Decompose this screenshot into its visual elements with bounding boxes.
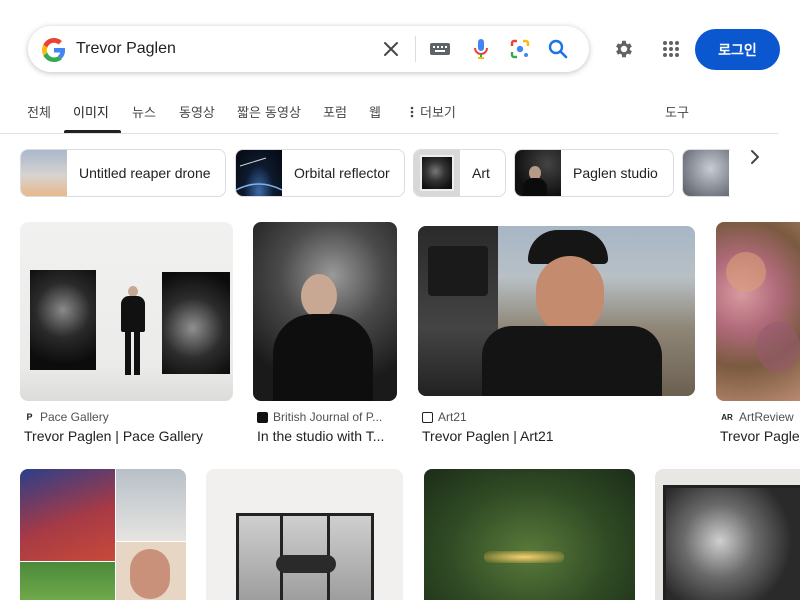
login-button[interactable]: 로그인 [695,29,780,70]
tab-web[interactable]: 웹 [369,102,381,121]
result-image-8[interactable] [655,469,800,600]
result-source-2[interactable]: British Journal of P... [257,410,382,424]
pace-gallery-favicon-icon: P [26,412,33,422]
chip-thumbnail [515,150,561,196]
result-title-3[interactable]: Trevor Paglen | Art21 [422,428,695,444]
result-source-1[interactable]: P Pace Gallery [24,410,109,424]
tabs-divider [0,133,778,134]
result-title-2[interactable]: In the studio with T... [257,428,397,444]
tab-videos[interactable]: 동영상 [179,102,215,121]
tab-more[interactable]: 더보기 [410,102,456,121]
chip-thumbnail [683,150,729,196]
tab-short-videos[interactable]: 짧은 동영상 [237,102,301,121]
tab-images[interactable]: 이미지 [73,102,109,121]
chip-label: Paglen studio [573,165,658,181]
chip-label: Art [472,165,490,181]
result-image-4[interactable] [716,222,800,401]
result-source-label: ArtReview [739,410,794,424]
bjp-favicon-icon [257,411,268,423]
more-vert-icon [410,106,414,118]
chevron-right-icon[interactable] [744,146,766,168]
search-tabs: 전체 이미지 뉴스 동영상 짧은 동영상 포럼 웹 더보기 도구 [0,96,800,134]
search-icon[interactable] [546,37,570,61]
clear-icon[interactable] [379,37,403,61]
result-source-label: Art21 [438,410,467,424]
chip-thumbnail [236,150,282,196]
result-source-label: British Journal of P... [273,410,383,424]
artreview-favicon-icon: AR [721,412,733,422]
tab-all[interactable]: 전체 [27,102,51,121]
result-source-label: Pace Gallery [40,410,109,424]
result-source-3[interactable]: Art21 [422,410,467,424]
google-g-logo-icon [42,38,66,62]
search-input[interactable]: Trevor Paglen [76,40,176,58]
result-title-4[interactable]: Trevor Pagle [720,428,800,444]
apps-grid-icon[interactable] [659,37,683,61]
chip-partial[interactable] [682,149,730,197]
search-box[interactable]: Trevor Paglen [28,26,589,72]
tab-tools[interactable]: 도구 [665,102,689,121]
chip-art[interactable]: Art [413,149,506,197]
result-image-7[interactable] [424,469,635,600]
result-image-1[interactable] [20,222,233,401]
result-image-2[interactable] [253,222,397,401]
chip-untitled-reaper-drone[interactable]: Untitled reaper drone [20,149,226,197]
tab-forums[interactable]: 포럼 [323,102,347,121]
keyboard-icon[interactable] [428,37,452,61]
art21-favicon-icon [422,411,433,423]
chip-thumbnail [414,150,460,196]
result-image-3[interactable] [418,226,695,396]
chip-paglen-studio[interactable]: Paglen studio [514,149,674,197]
chip-orbital-reflector[interactable]: Orbital reflector [235,149,405,197]
search-divider [415,36,416,62]
lens-icon[interactable] [508,37,532,61]
gear-icon[interactable] [612,37,636,61]
result-source-4[interactable]: AR ArtReview [720,410,794,424]
chip-thumbnail [21,150,67,196]
tab-more-label: 더보기 [420,106,456,121]
result-image-5[interactable] [20,469,186,600]
tab-news[interactable]: 뉴스 [132,102,156,121]
chip-label: Untitled reaper drone [79,165,211,181]
mic-icon[interactable] [469,37,493,61]
result-title-1[interactable]: Trevor Paglen | Pace Gallery [24,428,233,444]
result-image-6[interactable] [206,469,403,600]
chip-label: Orbital reflector [294,165,390,181]
